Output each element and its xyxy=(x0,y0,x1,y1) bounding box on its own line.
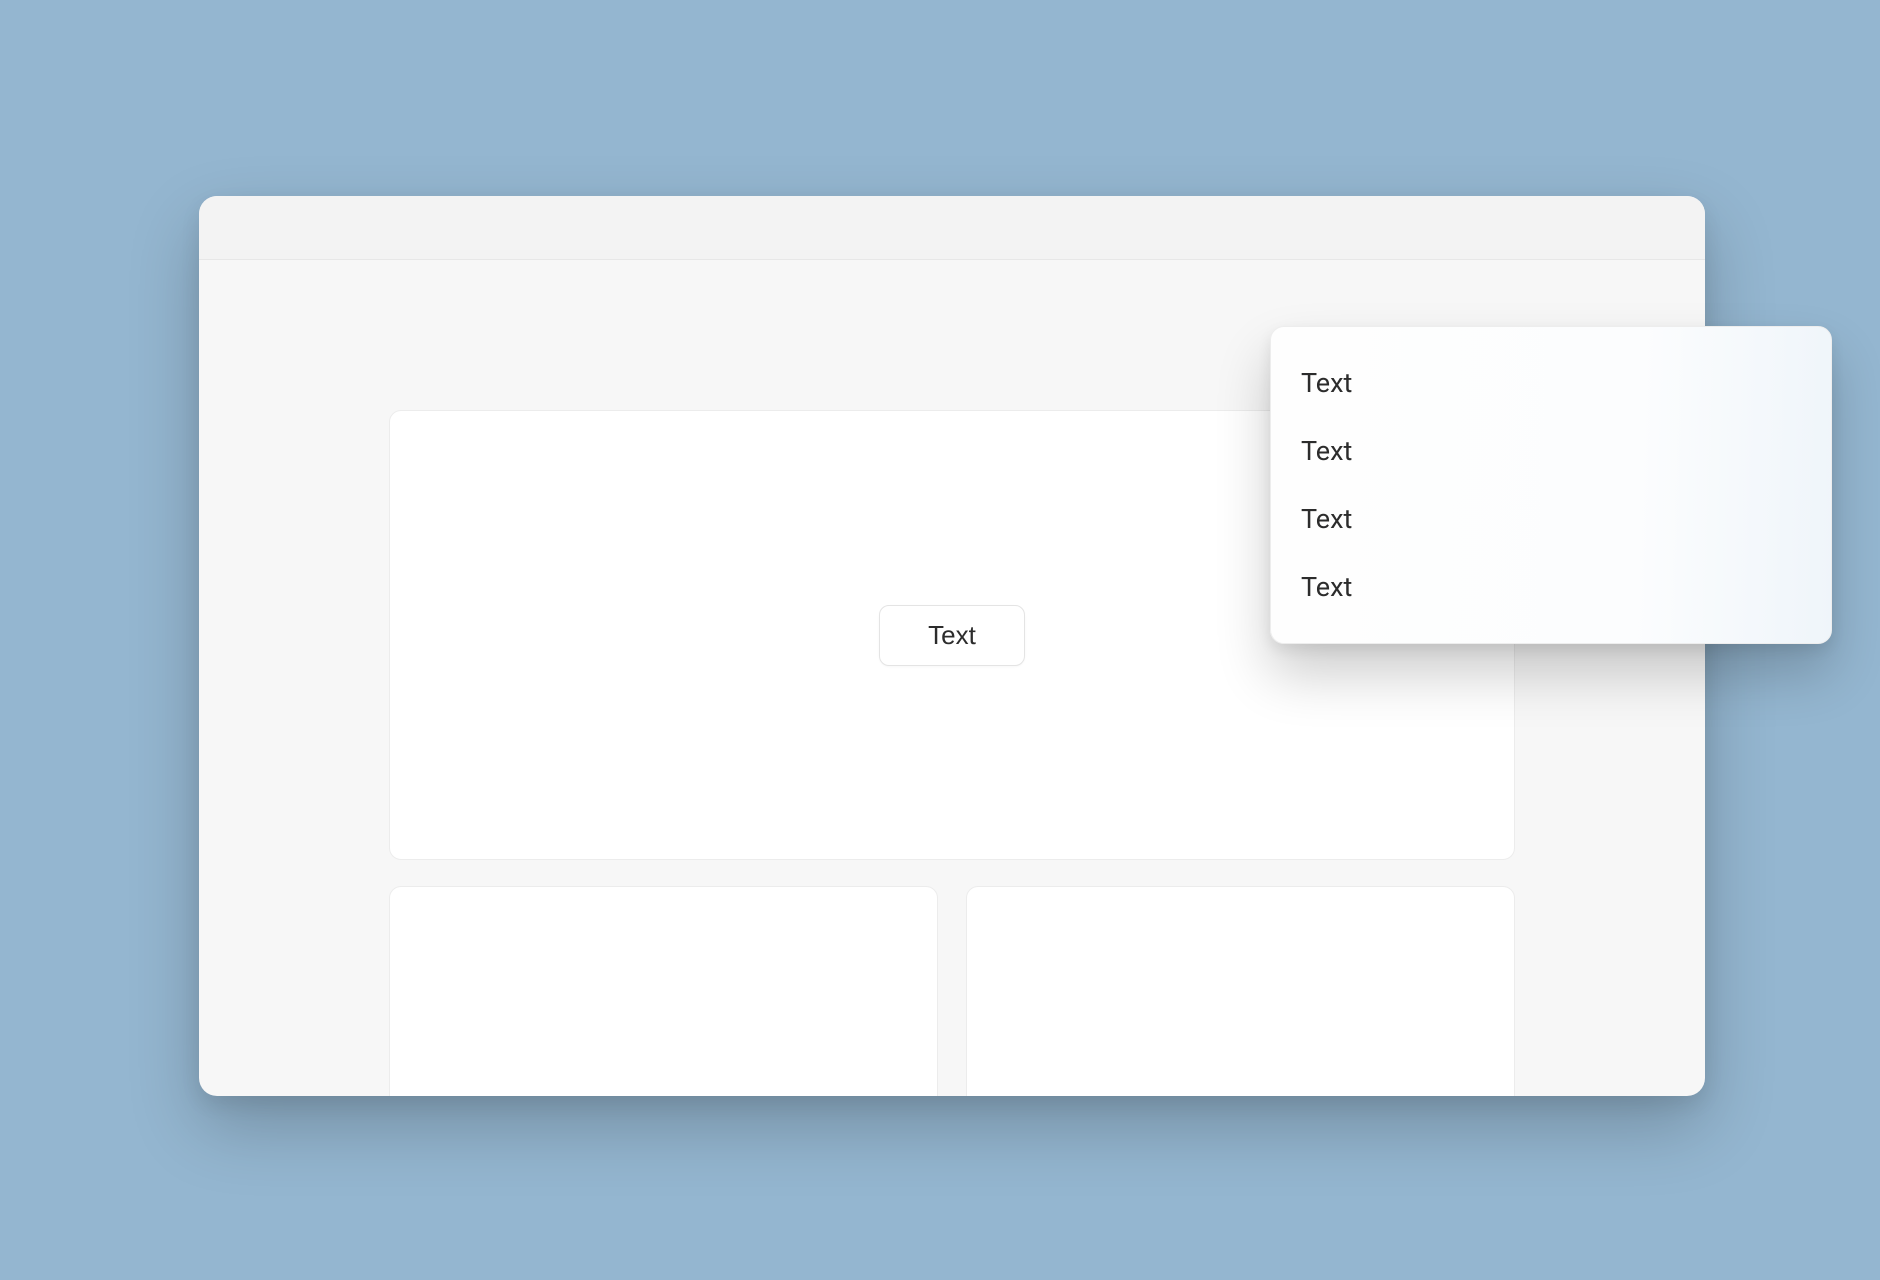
secondary-card-right xyxy=(966,886,1515,1096)
primary-action-button[interactable]: Text xyxy=(879,605,1025,666)
menu-item-0[interactable]: Text xyxy=(1271,349,1831,417)
menu-item-2[interactable]: Text xyxy=(1271,485,1831,553)
menu-item-1[interactable]: Text xyxy=(1271,417,1831,485)
secondary-card-row xyxy=(389,886,1515,1096)
window-titlebar xyxy=(199,196,1705,260)
context-menu: Text Text Text Text xyxy=(1270,326,1832,644)
secondary-card-left xyxy=(389,886,938,1096)
menu-item-3[interactable]: Text xyxy=(1271,553,1831,621)
